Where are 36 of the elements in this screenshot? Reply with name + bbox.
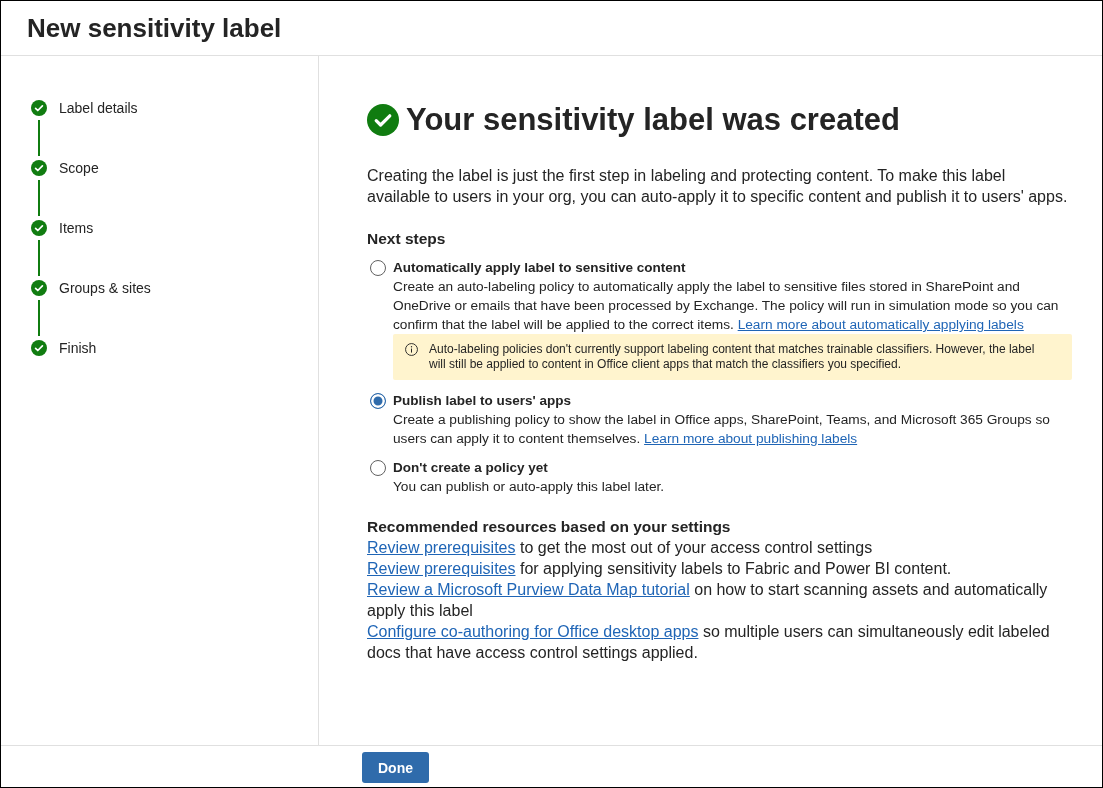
- radio-button[interactable]: [370, 392, 386, 409]
- resource-link[interactable]: Review prerequisites: [367, 560, 516, 577]
- page-heading: Your sensitivity label was created: [406, 104, 900, 136]
- learn-more-link[interactable]: Learn more about publishing labels: [644, 431, 858, 446]
- notice-text: Auto-labeling policies don't currently support labeling content that matches trainable classifiers. However, the label will still be applied to content in Office client apps that match the classifiers you specified.: [429, 342, 1036, 372]
- resource-link[interactable]: Configure co-authoring for Office desktop apps: [367, 623, 699, 640]
- resource-link[interactable]: Review a Microsoft Purview Data Map tutorial: [367, 581, 690, 598]
- option-description: Create a publishing policy to show the label in Office apps, SharePoint, Teams, and Microsoft 365 Groups so users can apply it to content themselves. Learn more about publishing labels: [393, 411, 1051, 448]
- info-icon: [405, 343, 418, 356]
- radio-button[interactable]: [370, 459, 386, 476]
- step-label: Label details: [59, 100, 138, 116]
- learn-more-link[interactable]: Learn more about automatically applying labels: [737, 317, 1024, 332]
- step-connector: [38, 300, 40, 336]
- step-connector: [38, 240, 40, 276]
- step-label: Groups & sites: [59, 280, 151, 296]
- option-title: Publish label to users' apps: [393, 392, 572, 410]
- option-description: You can publish or auto-apply this label later.: [393, 478, 666, 496]
- option-description: Create an auto-labeling policy to automatically apply the label to sensitive files stored in SharePoint and OneDrive or emails that have been processed by Exchange. The policy will run in simulation mode so you can confirm that the label will be applied to the correct items. Learn more about automatically applying labels: [393, 278, 1060, 334]
- step-connector: [38, 180, 40, 216]
- radio-button[interactable]: [370, 259, 386, 276]
- step-label: Finish: [59, 340, 97, 356]
- done-button[interactable]: Done: [362, 752, 429, 783]
- resource-text: Review prerequisites for applying sensitivity labels to Fabric and Power BI content.: [367, 559, 953, 579]
- resource-text: Configure co-authoring for Office desktop apps so multiple users can simultaneously edit labeled docs that have access control settings applied.: [367, 622, 1051, 663]
- step-label: Scope: [59, 160, 99, 176]
- option-title: Don't create a policy yet: [393, 459, 549, 477]
- resource-text: Review prerequisites to get the most out of your access control settings: [367, 538, 874, 558]
- intro-text: Creating the label is just the first step in labeling and protecting content. To make this label available to users in your org, you can auto-apply it to specific content and publish it to users' apps.: [367, 166, 1069, 207]
- window-title: New sensitivity label: [27, 12, 282, 44]
- section-heading: Next steps: [367, 229, 447, 249]
- check-circle-icon: [367, 104, 399, 136]
- step-connector: [38, 120, 40, 156]
- resource-link[interactable]: Review prerequisites: [367, 539, 516, 556]
- step-label: Items: [59, 220, 94, 236]
- option-title: Automatically apply label to sensitive content: [393, 259, 687, 277]
- section-heading: Recommended resources based on your settings: [367, 517, 732, 537]
